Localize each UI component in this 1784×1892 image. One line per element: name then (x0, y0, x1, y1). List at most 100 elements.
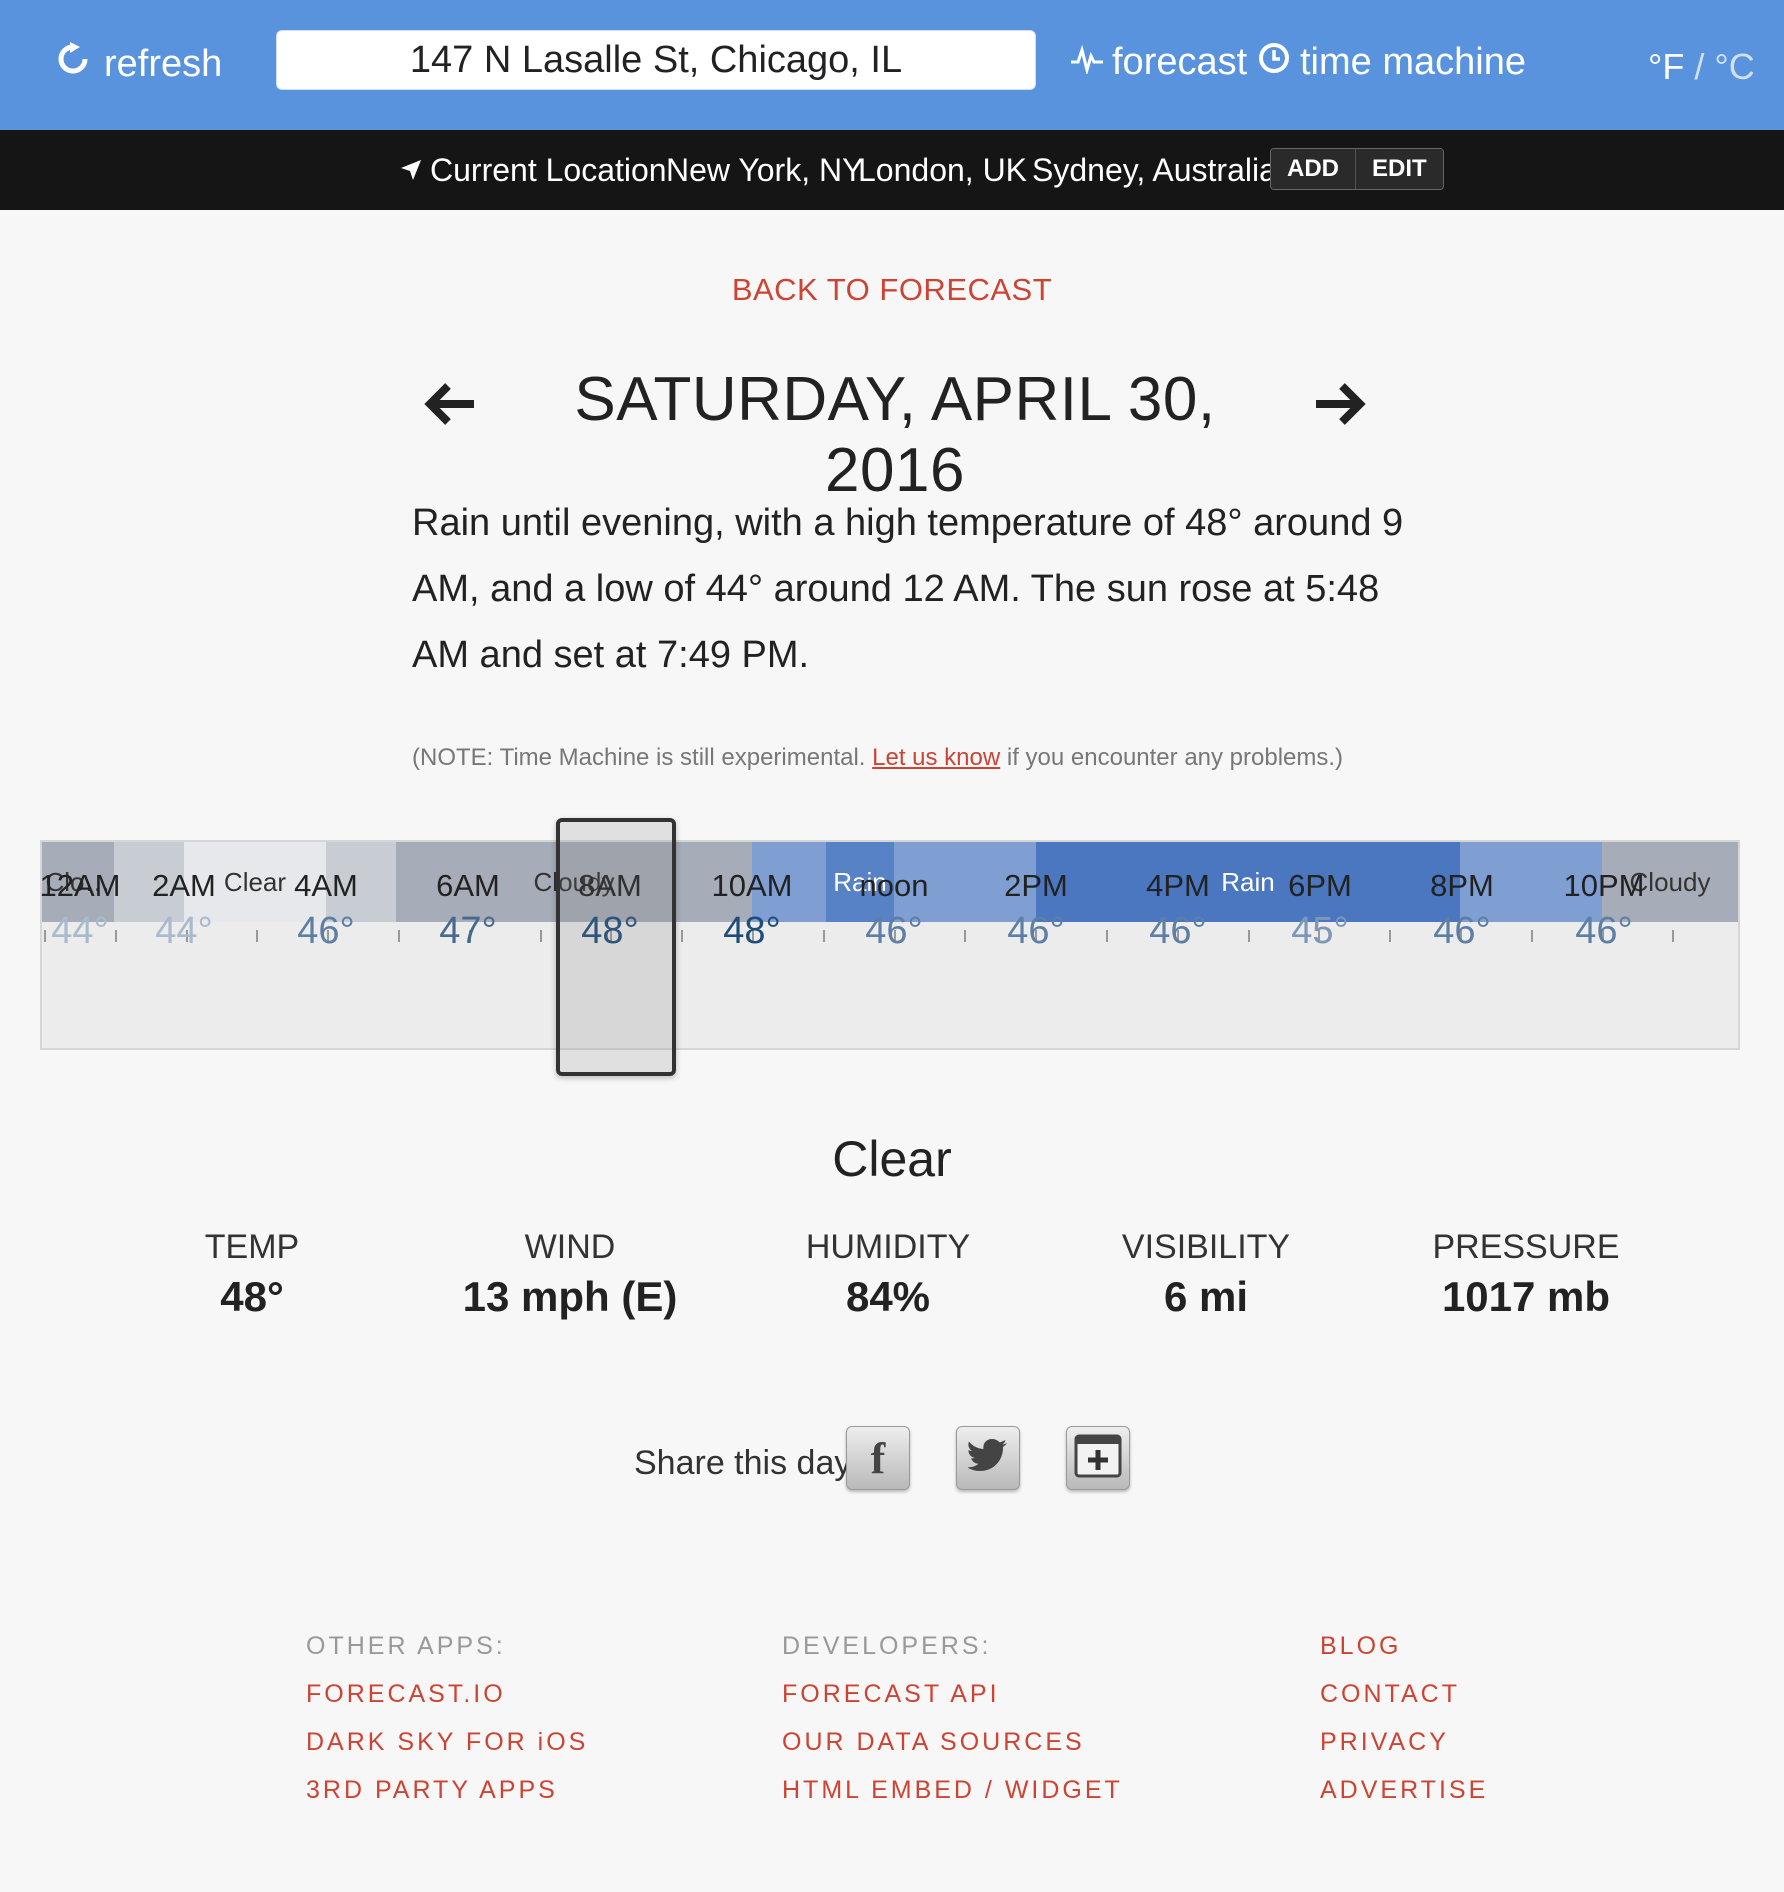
note-prefix: (NOTE: Time Machine is still experimenta… (412, 744, 873, 771)
hour-time: noon (859, 868, 929, 903)
hour-time: 2AM (152, 868, 216, 903)
hour-tick (1389, 930, 1392, 942)
footer-link-privacy[interactable]: PRIVACY (1320, 1718, 1488, 1766)
location-new-york[interactable]: New York, NY (666, 130, 863, 210)
stat-label: TEMP (204, 1228, 300, 1266)
location-add-edit-group: ADD EDIT (1270, 148, 1444, 190)
feedback-link[interactable]: Let us know (872, 744, 1000, 771)
footer-heading: OTHER APPS: (306, 1632, 506, 1660)
hour-temp: 47° (439, 910, 497, 952)
hour-selector-handle[interactable] (556, 818, 676, 1076)
clock-icon (1258, 41, 1290, 84)
hour-column[interactable]: 6AM 47° (408, 868, 528, 953)
footer-link-data-sources[interactable]: OUR DATA SOURCES (782, 1718, 1123, 1766)
hour-temp: 46° (1007, 910, 1065, 952)
footer-company: BLOG CONTACT PRIVACY ADVERTISE (1320, 1622, 1488, 1814)
share-calendar-button[interactable] (1066, 1426, 1130, 1490)
date-title: SATURDAY, APRIL 30, 2016 (574, 365, 1216, 505)
location-current[interactable]: Current Location (400, 130, 667, 210)
hour-tick (822, 930, 825, 942)
stat-wind: WIND 13 mph (E) (410, 1228, 730, 1321)
address-input[interactable]: 147 N Lasalle St, Chicago, IL (276, 30, 1036, 90)
footer-link-dark-sky-ios[interactable]: DARK SKY FOR iOS (306, 1718, 588, 1766)
footer-link-blog[interactable]: BLOG (1320, 1622, 1488, 1670)
hour-temp: 46° (297, 910, 355, 952)
location-arrow-icon (400, 130, 422, 210)
share-label: Share this day: (634, 1444, 861, 1482)
hour-column[interactable]: noon 46° (834, 868, 954, 953)
note-suffix: if you encounter any problems.) (1000, 744, 1344, 771)
unit-celsius[interactable]: °C (1714, 46, 1754, 87)
footer-other-apps: OTHER APPS: FORECAST.IO DARK SKY FOR iOS… (306, 1622, 588, 1814)
hour-tick (256, 930, 259, 942)
edit-locations-button[interactable]: EDIT (1355, 149, 1443, 189)
unit-separator: / (1684, 46, 1715, 87)
pulse-icon (1070, 41, 1104, 84)
hour-tick (681, 930, 684, 942)
stat-temp: TEMP 48° (92, 1228, 412, 1321)
stat-visibility: VISIBILITY 6 mi (1046, 1228, 1366, 1321)
footer-link-third-party-apps[interactable]: 3RD PARTY APPS (306, 1766, 588, 1814)
footer-link-html-embed[interactable]: HTML EMBED / WIDGET (782, 1766, 1123, 1814)
back-to-forecast-link[interactable]: BACK TO FORECAST (0, 272, 1784, 308)
refresh-button[interactable]: refresh (56, 36, 222, 92)
forecast-link[interactable]: forecast (1070, 36, 1247, 88)
unit-fahrenheit[interactable]: °F (1648, 46, 1684, 87)
hour-column[interactable]: 10PM 46° (1544, 868, 1664, 953)
conditions-summary: Clear (832, 1131, 952, 1187)
stat-value: 48° (220, 1273, 284, 1320)
hour-time: 10PM (1563, 868, 1645, 903)
stat-value: 1017 mb (1441, 1273, 1611, 1320)
location-sydney[interactable]: Sydney, Australia (1032, 130, 1277, 210)
footer-heading: DEVELOPERS: (782, 1632, 992, 1660)
location-bar: Current Location New York, NY London, UK… (0, 130, 1784, 210)
location-london[interactable]: London, UK (858, 130, 1027, 210)
stat-value: 84% (845, 1273, 931, 1320)
hour-column[interactable]: 12AM 44° (20, 868, 140, 953)
hour-tick (1247, 930, 1250, 942)
date-navigator: SATURDAY, APRIL 30, 2016 (420, 360, 1370, 505)
hour-time: 12AM (39, 868, 121, 903)
hour-time: 10AM (711, 868, 793, 903)
footer-link-advertise[interactable]: ADVERTISE (1320, 1766, 1488, 1814)
hour-tick (539, 930, 542, 942)
hour-column[interactable]: 2AM 44° (124, 868, 244, 953)
hour-temp: 44° (155, 910, 213, 952)
hour-temp: 48° (723, 910, 781, 952)
footer-developers: DEVELOPERS: FORECAST API OUR DATA SOURCE… (782, 1622, 1123, 1814)
previous-day-button[interactable] (420, 374, 480, 434)
hour-column[interactable]: 8PM 46° (1402, 868, 1522, 953)
forecast-label: forecast (1112, 40, 1248, 83)
stat-pressure: PRESSURE 1017 mb (1366, 1228, 1686, 1321)
footer-link-forecast-io[interactable]: FORECAST.IO (306, 1670, 588, 1718)
refresh-label: refresh (104, 42, 223, 85)
hour-column[interactable]: 4PM 46° (1118, 868, 1238, 953)
stat-humidity: HUMIDITY 84% (728, 1228, 1048, 1321)
footer-link-forecast-api[interactable]: FORECAST API (782, 1670, 1123, 1718)
hour-temp: 44° (51, 910, 109, 952)
hour-column[interactable]: 10AM 48° (692, 868, 812, 953)
share-facebook-button[interactable]: f (846, 1426, 910, 1490)
hour-tick (1530, 930, 1533, 942)
add-location-button[interactable]: ADD (1271, 149, 1355, 189)
time-machine-link[interactable]: time machine (1258, 36, 1526, 88)
hour-tick (1672, 930, 1675, 942)
footer-link-contact[interactable]: CONTACT (1320, 1670, 1488, 1718)
hour-temp: 46° (1575, 910, 1633, 952)
hour-column[interactable]: 2PM 46° (976, 868, 1096, 953)
stat-label: WIND (524, 1228, 616, 1266)
share-twitter-button[interactable] (956, 1426, 1020, 1490)
twitter-icon (967, 1438, 1008, 1478)
hour-tick (1106, 930, 1108, 942)
hour-time: 8PM (1430, 868, 1494, 903)
hour-tick (398, 930, 400, 942)
hour-temp: 46° (1149, 910, 1207, 952)
stat-label: HUMIDITY (805, 1228, 971, 1266)
hour-column[interactable]: 4AM 46° (266, 868, 386, 953)
hour-column[interactable]: 6PM 45° (1260, 868, 1380, 953)
unit-toggle[interactable]: °F / °C (1648, 46, 1755, 88)
hour-time: 4PM (1146, 868, 1210, 903)
next-day-button[interactable] (1310, 374, 1370, 434)
top-bar: refresh 147 N Lasalle St, Chicago, IL fo… (0, 0, 1784, 130)
calendar-add-icon (1074, 1434, 1122, 1483)
